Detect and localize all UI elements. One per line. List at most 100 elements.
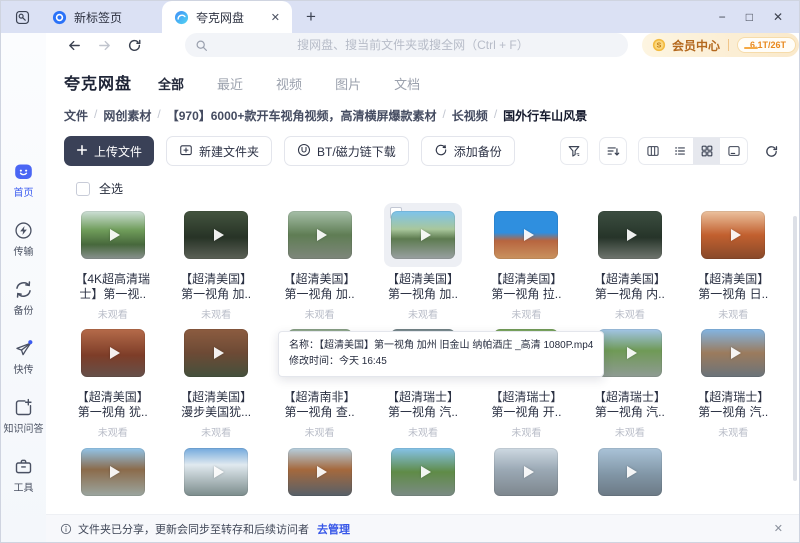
category-tab[interactable]: 最近 [217, 74, 243, 93]
search-bar[interactable] [184, 33, 628, 57]
video-thumbnail[interactable] [701, 211, 766, 259]
breadcrumb-segment[interactable]: 长视频 [452, 107, 488, 124]
close-tab-icon[interactable]: ✕ [269, 11, 282, 24]
category-tab[interactable]: 文档 [394, 74, 420, 93]
video-thumbnail[interactable] [184, 211, 249, 259]
video-thumbnail[interactable] [597, 211, 662, 259]
sidebar-item-quick-send[interactable]: 快传 [1, 338, 46, 376]
breadcrumb-segment[interactable]: 【970】6000+款开车视角视频，高清横屏爆款素材 [167, 107, 437, 124]
search-input[interactable] [207, 38, 618, 52]
video-thumbnail[interactable] [80, 211, 145, 259]
file-item[interactable]: 【超清美国】 第一视角 加.. 未观看 [268, 203, 371, 321]
maximize-button[interactable]: □ [746, 10, 753, 24]
filter-button[interactable] [560, 137, 588, 165]
select-all-label: 全选 [99, 182, 124, 196]
video-thumbnail[interactable] [287, 211, 352, 259]
breadcrumb-segment[interactable]: 国外行车山风景 [503, 107, 587, 124]
share-banner: 文件夹已分享，更新会同步至转存和后续访问者 去管理 ✕ [46, 514, 799, 542]
manage-link[interactable]: 去管理 [317, 521, 350, 537]
sidebar-item-backup[interactable]: 备份 [1, 279, 46, 317]
home-icon [13, 161, 34, 182]
new-tab-button[interactable]: + [296, 7, 326, 27]
file-tooltip: 名称：【超清美国】第一视角 加州 旧金山 纳帕酒庄 _高清 1080P.mp4 … [278, 331, 605, 377]
watch-status: 未观看 [304, 428, 335, 439]
breadcrumb-segment[interactable]: 文件 [64, 107, 88, 124]
grid-view-button[interactable] [693, 138, 720, 164]
category-tab[interactable]: 图片 [335, 74, 361, 93]
breadcrumb-segment[interactable]: 网创素材 [103, 107, 151, 124]
file-item[interactable]: 【超清美国】 第一视角 拉.. 未观看 [475, 203, 578, 321]
view-switcher [638, 137, 748, 165]
close-window-button[interactable]: ✕ [773, 10, 783, 24]
file-item[interactable]: 【超清美国】 第一视角 犹.. 未观看 [61, 321, 164, 439]
video-thumbnail[interactable] [184, 329, 249, 377]
info-icon [60, 523, 72, 535]
select-all-checkbox[interactable] [76, 181, 90, 196]
column-view-button[interactable] [639, 138, 666, 164]
reload-icon[interactable] [123, 34, 145, 56]
sidebar-item-tools[interactable]: 工具 [1, 456, 46, 494]
sidebar-item-transfer[interactable]: 传输 [1, 220, 46, 258]
bt-magnet-download-button[interactable]: BT/磁力链下载 [284, 136, 409, 166]
video-thumbnail[interactable] [597, 448, 662, 496]
forward-icon[interactable] [94, 34, 116, 56]
select-all-row: 全选 [46, 166, 799, 197]
video-thumbnail[interactable] [597, 329, 662, 377]
tooltip-modified: 修改时间：今天 16:45 [289, 356, 387, 367]
category-tab[interactable]: 视频 [276, 74, 302, 93]
search-icon [195, 39, 208, 52]
dismiss-banner-icon[interactable]: ✕ [774, 522, 783, 535]
file-item[interactable]: 【超清美国】 第一视角 加.. 未观看 [164, 203, 267, 321]
play-icon [317, 466, 328, 478]
sidebar-item-label: 工具 [13, 483, 34, 494]
file-item[interactable]: 【超清美国】 漫步美国犹... 未观看 [164, 321, 267, 439]
scrollbar[interactable] [793, 216, 797, 481]
video-thumbnail[interactable] [390, 448, 455, 496]
play-icon [317, 229, 328, 241]
breadcrumb-separator: / [493, 107, 498, 121]
file-item[interactable]: 【超清美国】 第一视角 内.. 未观看 [578, 203, 681, 321]
video-thumbnail[interactable] [184, 448, 249, 496]
file-name: 【超清瑞士】 第一视角 汽.. [593, 390, 666, 419]
refresh-list-button[interactable] [759, 139, 783, 163]
sidebar-item-label: 备份 [13, 306, 34, 317]
sidebar-item-home[interactable]: 首页 [1, 161, 46, 199]
add-backup-button[interactable]: 添加备份 [420, 136, 515, 166]
play-icon [627, 347, 638, 359]
magnet-icon [297, 143, 311, 160]
new-folder-button[interactable]: 新建文件夹 [166, 136, 273, 166]
back-icon[interactable] [64, 34, 86, 56]
file-name: 【超清美国】 第一视角 拉.. [490, 272, 563, 301]
file-item[interactable]: 【超清美国】 第一视角 日.. 未观看 [682, 203, 785, 321]
file-item[interactable]: 【超清瑞士】 第一视角 汽.. 未观看 [682, 321, 785, 439]
file-name: 【超清瑞士】 第一视角 汽.. [386, 390, 459, 419]
upload-file-button[interactable]: 上传文件 [64, 136, 155, 166]
play-icon [730, 347, 741, 359]
video-thumbnail[interactable] [287, 448, 352, 496]
minimize-button[interactable]: − [719, 10, 726, 24]
collections-panel-icon[interactable] [9, 6, 35, 28]
file-item[interactable]: 【超清美国】 第一视角 加.. 未观看 [371, 203, 474, 321]
video-thumbnail[interactable] [390, 211, 455, 259]
watch-status: 未观看 [718, 428, 749, 439]
video-thumbnail[interactable] [494, 211, 559, 259]
video-thumbnail[interactable] [80, 448, 145, 496]
video-thumbnail[interactable] [701, 329, 766, 377]
video-thumbnail[interactable] [80, 329, 145, 377]
tab-quark-drive[interactable]: 夸克网盘 ✕ [162, 1, 292, 33]
member-center-button[interactable]: S 会员中心 6.1T/26T [641, 33, 799, 57]
file-item[interactable]: 【4K超高清瑞 士】第一视.. 未观看 [61, 203, 164, 321]
new-folder-icon [179, 143, 193, 160]
tab-new-page[interactable]: 新标签页 [40, 1, 162, 33]
file-name: 【超清美国】 第一视角 加.. [386, 272, 459, 301]
list-view-button[interactable] [666, 138, 693, 164]
card-view-button[interactable] [720, 138, 747, 164]
sidebar-item-knowledge-qa[interactable]: 知识问答 [1, 397, 46, 435]
video-thumbnail[interactable] [494, 448, 559, 496]
sort-button[interactable] [599, 137, 627, 165]
play-icon [420, 466, 431, 478]
file-name: 【超清美国】 第一视角 犹.. [76, 390, 149, 419]
category-tab[interactable]: 全部 [158, 74, 184, 93]
knowledge-qa-icon [13, 397, 34, 418]
play-icon [523, 229, 534, 241]
